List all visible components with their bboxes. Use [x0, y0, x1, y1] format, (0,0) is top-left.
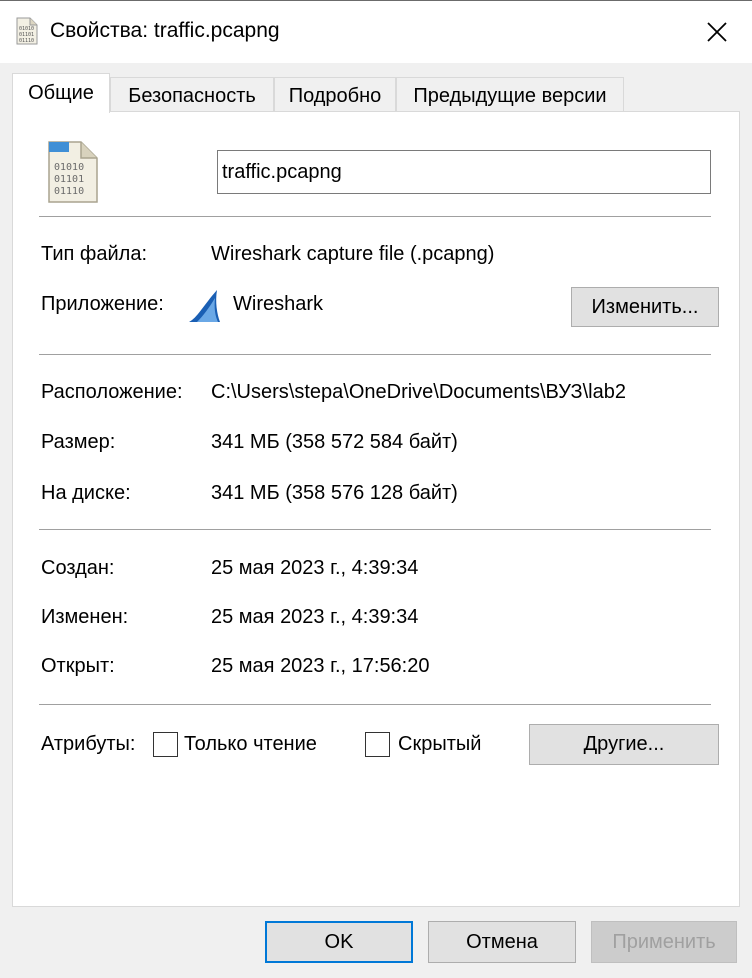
size-label: Размер: — [41, 431, 116, 453]
tab-strip: Общие Безопасность Подробно Предыдущие в… — [12, 73, 712, 113]
disk-size-value: 341 МБ (358 576 128 байт) — [211, 482, 458, 504]
separator — [39, 354, 711, 355]
size-value: 341 МБ (358 572 584 байт) — [211, 431, 458, 453]
modified-value: 25 мая 2023 г., 4:39:34 — [211, 606, 419, 628]
tab-security[interactable]: Безопасность — [110, 77, 274, 112]
modified-label: Изменен: — [41, 606, 129, 628]
opened-label: Открыт: — [41, 655, 115, 677]
file-name-input[interactable] — [217, 150, 711, 194]
location-value: C:\Users\stepa\OneDrive\Documents\ВУЗ\la… — [211, 381, 626, 403]
separator — [39, 529, 711, 530]
disk-size-label: На диске: — [41, 482, 131, 504]
window-title: Свойства: traffic.pcapng — [50, 19, 280, 42]
hidden-label: Скрытый — [398, 733, 482, 755]
apply-button[interactable]: Применить — [591, 921, 737, 963]
close-button[interactable] — [690, 7, 744, 57]
separator — [39, 216, 711, 217]
file-type-icon: 01010 01101 01110 — [48, 141, 98, 203]
svg-text:01110: 01110 — [19, 38, 34, 44]
file-type-label: Тип файла: — [41, 243, 147, 265]
readonly-label: Только чтение — [184, 733, 317, 755]
application-label: Приложение: — [41, 293, 164, 315]
general-panel: 01010 01101 01110 Тип файла: Wireshark c… — [12, 111, 740, 907]
hidden-checkbox[interactable] — [365, 732, 390, 757]
created-label: Создан: — [41, 557, 115, 579]
application-value: Wireshark — [233, 293, 324, 315]
tab-general[interactable]: Общие — [12, 73, 110, 113]
change-app-button[interactable]: Изменить... — [571, 287, 719, 327]
cancel-button[interactable]: Отмена — [428, 921, 576, 963]
readonly-checkbox[interactable] — [153, 732, 178, 757]
title-bar: 01010 01101 01110 Свойства: traffic.pcap… — [0, 1, 752, 63]
tab-details[interactable]: Подробно — [274, 77, 396, 112]
ok-button[interactable]: OK — [265, 921, 413, 963]
close-icon — [707, 22, 727, 42]
location-label: Расположение: — [41, 381, 183, 403]
properties-dialog: 01010 01101 01110 Свойства: traffic.pcap… — [0, 0, 752, 978]
svg-text:01010: 01010 — [54, 162, 84, 173]
attributes-label: Атрибуты: — [41, 733, 136, 755]
svg-text:01110: 01110 — [54, 186, 84, 197]
file-icon: 01010 01101 01110 — [16, 17, 38, 45]
file-type-value: Wireshark capture file (.pcapng) — [211, 243, 495, 265]
wireshark-fin-icon — [189, 290, 220, 322]
created-value: 25 мая 2023 г., 4:39:34 — [211, 557, 419, 579]
opened-value: 25 мая 2023 г., 17:56:20 — [211, 655, 430, 677]
tab-previous-versions[interactable]: Предыдущие версии — [396, 77, 624, 112]
svg-text:01101: 01101 — [54, 174, 84, 185]
separator — [39, 704, 711, 705]
other-attributes-button[interactable]: Другие... — [529, 724, 719, 765]
